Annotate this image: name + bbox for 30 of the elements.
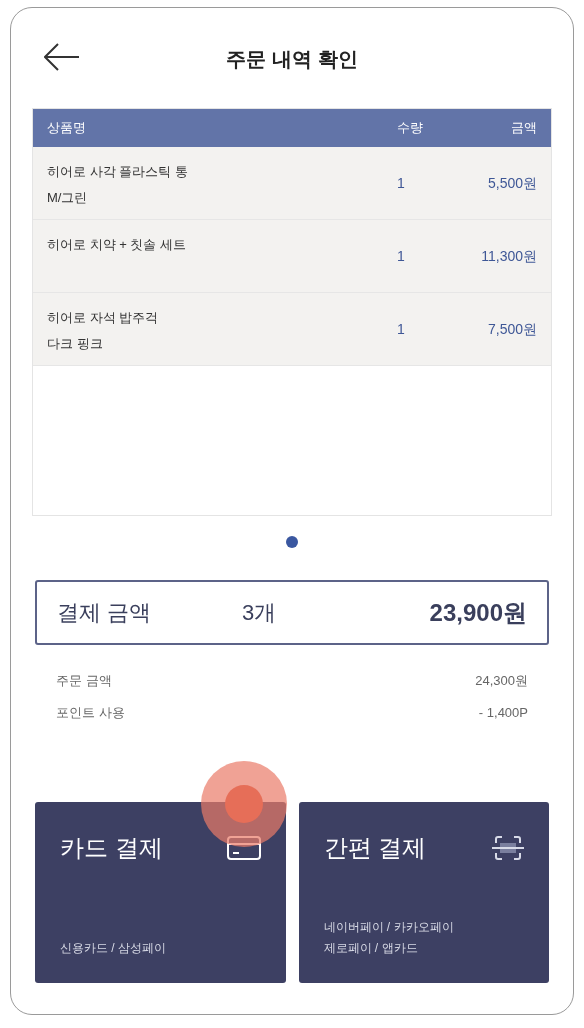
back-arrow-icon [44, 43, 80, 71]
price: 7,500원 [486, 319, 537, 339]
quantity: 1 [397, 246, 406, 266]
summary-label: 결제 금액 [57, 599, 153, 627]
price: 11,300원 [480, 246, 537, 266]
payment-methods-text: 네이버페이 / 카카오페이 [323, 919, 455, 936]
payment-option-button[interactable]: 간편 결제 네이버페이 / 카카오페이 제로페이 / 앱카드 [298, 802, 549, 983]
payment-methods-text: 제로페이 / 앱카드 [323, 940, 419, 957]
product-name: 히어로 치약 + 칫솔 세트 [47, 236, 188, 254]
back-button[interactable] [44, 43, 80, 71]
detail-label: 주문 금액 [56, 672, 112, 690]
scan-icon [492, 835, 524, 861]
product-name: 히어로 사각 플라스틱 통 [47, 163, 189, 181]
column-header: 상품명 [47, 119, 87, 138]
product-option: M/그린 [47, 187, 397, 207]
page-title: 주문 내역 확인 [226, 47, 358, 72]
price: 5,500원 [486, 173, 537, 193]
detail-value: 24,300원 [475, 672, 528, 690]
payment-methods-text: 신용카드 / 삼성페이 [60, 940, 167, 957]
payment-option-button[interactable]: 카드 결제 신용카드 / 삼성페이 [35, 802, 286, 983]
product-option: 다크 핑크 [47, 333, 397, 353]
column-header: 수량 [397, 119, 424, 138]
quantity: 1 [397, 173, 406, 193]
detail-value: - 1,400P [478, 703, 528, 722]
product-name: 히어로 자석 밥주걱 [47, 309, 160, 327]
quantity: 1 [397, 319, 406, 339]
item-count: 3개 [242, 599, 278, 627]
column-header: 금액 [510, 119, 537, 138]
total-amount: 23,900원 [428, 597, 527, 628]
detail-label: 포인트 사용 [56, 703, 125, 722]
